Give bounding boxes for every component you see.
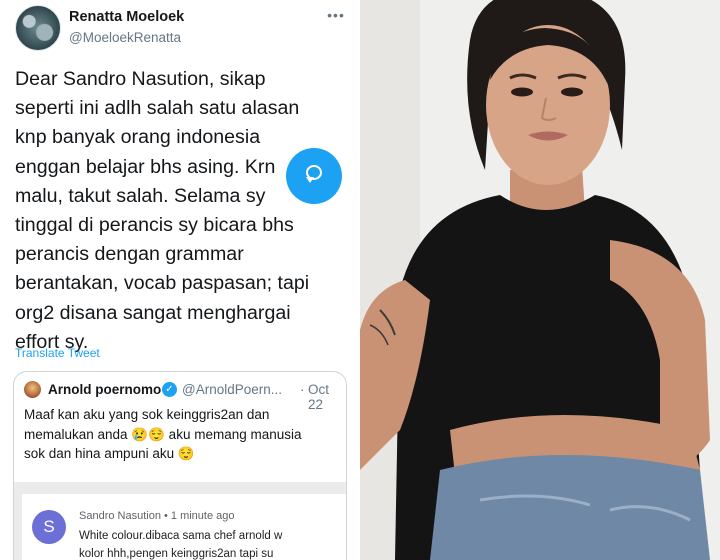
quoted-tweet[interactable]: Arnold poernomo ✓ @ArnoldPoern... · Oct … <box>13 371 347 560</box>
comment-text: White colour.dibaca sama chef arnold w k… <box>79 530 283 560</box>
tweet-text: Dear Sandro Nasution, sikap seperti ini … <box>15 68 310 353</box>
comment-card: S Sandro Nasution • 1 minute ago White c… <box>22 494 346 560</box>
user-display-name[interactable]: Renatta Moeloek <box>69 9 184 25</box>
quoted-user-handle: @ArnoldPoern... <box>182 382 283 397</box>
comment-avatar: S <box>32 510 66 544</box>
separator-dot: · <box>300 382 305 397</box>
user-avatar[interactable] <box>15 5 61 51</box>
verified-badge-icon: ✓ <box>162 382 177 397</box>
portrait-photo <box>360 0 720 560</box>
portrait-illustration <box>360 0 720 560</box>
reply-fab-button[interactable] <box>286 148 342 204</box>
quoted-tweet-text: Maaf kan aku yang sok keinggris2an dan m… <box>24 407 302 461</box>
quoted-user-avatar <box>24 381 41 398</box>
user-handle[interactable]: @MoeloekRenatta <box>69 30 181 45</box>
comment-author-line: Sandro Nasution • 1 minute ago <box>79 510 235 522</box>
tweet-panel: Renatta Moeloek @MoeloekRenatta ••• Dear… <box>0 0 360 560</box>
translate-tweet-link[interactable]: Translate Tweet <box>15 346 100 360</box>
more-dots-icon[interactable]: ••• <box>326 8 346 24</box>
quoted-user-name: Arnold poernomo <box>48 382 162 397</box>
comment-screenshot: S Sandro Nasution • 1 minute ago White c… <box>14 482 346 560</box>
